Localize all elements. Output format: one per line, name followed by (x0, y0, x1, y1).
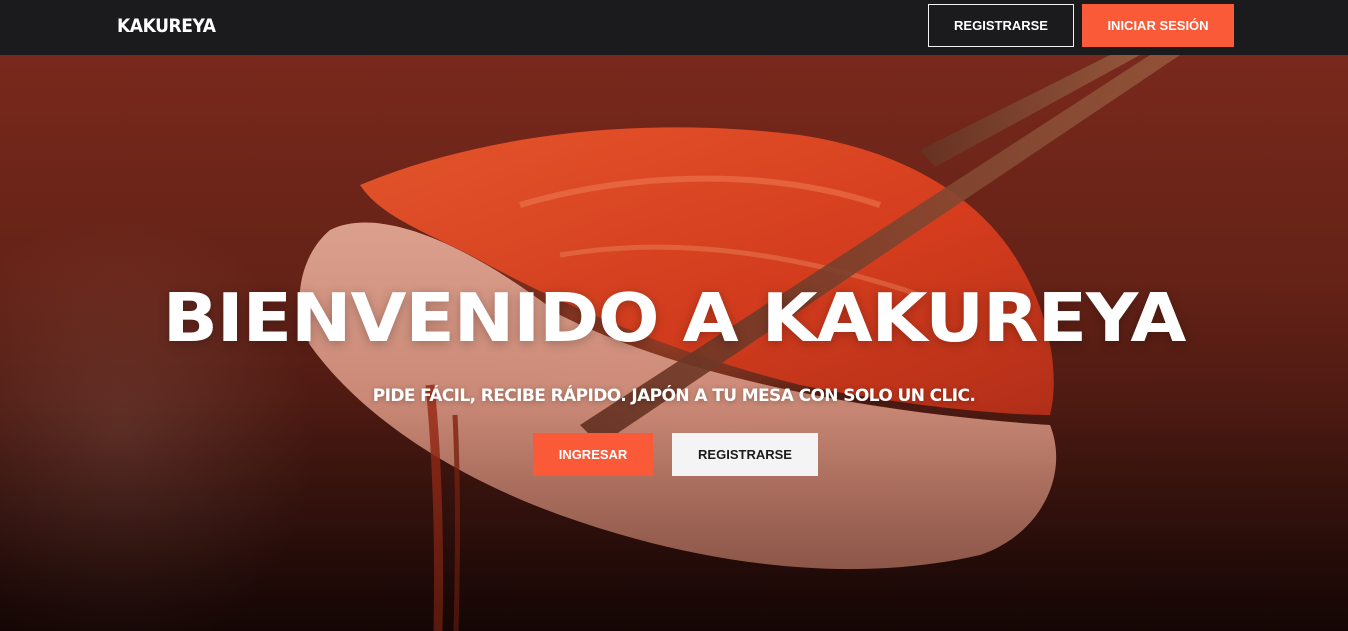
hero-subtitle: PIDE FÁCIL, RECIBE RÁPIDO. JAPÓN A TU ME… (372, 386, 976, 406)
nav-register-button[interactable]: REGISTRARSE (928, 4, 1074, 47)
hero-title: BIENVENIDO A KAKUREYA (162, 279, 1187, 357)
hero-register-button[interactable]: REGISTRARSE (672, 433, 818, 476)
brand-logo[interactable]: KAKUREYA (117, 15, 216, 37)
nav-login-button[interactable]: INICIAR SESIÓN (1082, 4, 1234, 47)
hero-section: BIENVENIDO A KAKUREYA PIDE FÁCIL, RECIBE… (0, 55, 1348, 631)
enter-button[interactable]: INGRESAR (533, 433, 653, 476)
top-navigation-bar: KAKUREYA REGISTRARSE INICIAR SESIÓN (0, 0, 1348, 55)
